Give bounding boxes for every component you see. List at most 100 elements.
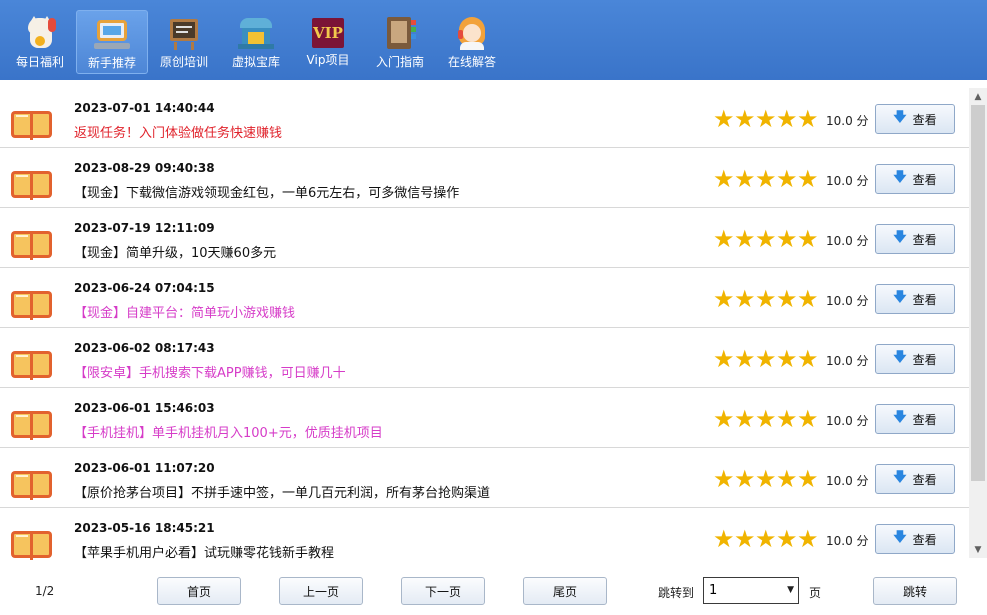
item-score: 10.0 分 [826,234,869,248]
rating-stars: ★ ★ ★ ★ ★ [713,465,819,493]
star-icon: ★ [755,225,777,253]
toolbar-item-online-help[interactable]: 在线解答 [436,0,508,80]
star-icon: ★ [755,525,777,553]
book-icon [11,169,53,201]
toolbar-item-virtual-treasury[interactable]: 虚拟宝库 [220,0,292,80]
dropdown-arrow-icon: ▼ [787,585,794,595]
rating-stars: ★ ★ ★ ★ ★ [713,285,819,313]
item-date: 2023-08-29 09:40:38 [74,161,215,175]
rating-stars: ★ ★ ★ ★ ★ [713,225,819,253]
toolbar-item-daily-welfare[interactable]: 每日福利 [4,0,76,80]
item-title[interactable]: 【原价抢茅台项目】不拼手速中签，一单几百元利润，所有茅台抢购渠道 [74,482,490,501]
item-title[interactable]: 【手机挂机】单手机挂机月入100+元，优质挂机项目 [74,422,383,441]
page-unit-label: 页 [809,586,822,600]
star-icon: ★ [734,105,756,133]
rating-stars: ★ ★ ★ ★ ★ [713,165,819,193]
star-icon: ★ [713,525,735,553]
scroll-down-arrow-icon[interactable]: ▼ [969,541,987,558]
item-title[interactable]: 【现金】自建平台：简单玩小游戏赚钱 [74,302,295,321]
rating-stars: ★ ★ ★ ★ ★ [713,405,819,433]
star-icon: ★ [755,285,777,313]
view-button-label: 查看 [912,232,937,247]
view-button[interactable]: 🡇 查看 [875,104,955,134]
jump-button[interactable]: 跳转 [873,577,957,605]
view-button[interactable]: 🡇 查看 [875,284,955,314]
star-icon: ★ [734,465,756,493]
first-page-button[interactable]: 首页 [157,577,241,605]
list-item: 2023-07-01 14:40:44 返现任务！入门体验做任务快速赚钱 ★ ★ ★… [0,88,969,148]
page-select-value: 1 [709,583,718,598]
item-title[interactable]: 【限安卓】手机搜索下载APP赚钱，可日赚几十 [74,362,346,381]
star-icon: ★ [713,465,735,493]
item-title[interactable]: 【现金】下载微信游戏领现金红包，一单6元左右，可多微信号操作 [74,182,459,201]
list-item: 2023-08-29 09:40:38 【现金】下载微信游戏领现金红包，一单6元… [0,148,969,208]
star-icon: ★ [776,465,798,493]
item-date: 2023-05-16 18:45:21 [74,521,215,535]
last-page-button[interactable]: 尾页 [523,577,607,605]
star-icon: ★ [755,405,777,433]
toolbar-item-vip-project[interactable]: VIP Vip项目 [292,0,364,80]
book-icon [11,409,53,441]
star-icon: ★ [797,225,819,253]
star-icon: ★ [797,105,819,133]
item-date: 2023-06-02 08:17:43 [74,341,215,355]
item-title[interactable]: 返现任务！入门体验做任务快速赚钱 [74,122,282,141]
list-item: 2023-07-19 12:11:09 【现金】简单升级，10天赚60多元 ★ ★… [0,208,969,268]
item-title[interactable]: 【现金】简单升级，10天赚60多元 [74,242,276,261]
toolbar-item-intro-guide[interactable]: 入门指南 [364,0,436,80]
star-icon: ★ [755,465,777,493]
page-select[interactable]: 1 ▼ [703,577,799,604]
star-icon: ★ [713,345,735,373]
rating-stars: ★ ★ ★ ★ ★ [713,345,819,373]
star-icon: ★ [776,405,798,433]
book-icon [11,109,53,141]
item-score: 10.0 分 [826,174,869,188]
book-icon [11,289,53,321]
item-date: 2023-06-01 11:07:20 [74,461,215,475]
star-icon: ★ [776,165,798,193]
star-icon: ★ [734,405,756,433]
customer-service-icon [454,16,490,50]
top-toolbar: 每日福利 新手推荐 原创培训 虚拟宝库 VIP Vip项目 入门指南 在线解答 [0,0,987,80]
prev-page-button[interactable]: 上一页 [279,577,363,605]
view-button[interactable]: 🡇 查看 [875,164,955,194]
item-date: 2023-07-19 12:11:09 [74,221,215,235]
item-score: 10.0 分 [826,114,869,128]
star-icon: ★ [755,105,777,133]
toolbar-item-beginner-recommend[interactable]: 新手推荐 [76,10,148,74]
vertical-scrollbar[interactable]: ▲ ▼ [969,88,987,558]
guide-book-icon [382,16,418,50]
view-button[interactable]: 🡇 查看 [875,464,955,494]
item-score: 10.0 分 [826,474,869,488]
next-page-button[interactable]: 下一页 [401,577,485,605]
download-arrow-icon: 🡇 [893,230,907,245]
star-icon: ★ [797,165,819,193]
star-icon: ★ [713,225,735,253]
view-button[interactable]: 🡇 查看 [875,344,955,374]
star-icon: ★ [776,525,798,553]
download-arrow-icon: 🡇 [893,410,907,425]
download-arrow-icon: 🡇 [893,110,907,125]
download-arrow-icon: 🡇 [893,530,907,545]
star-icon: ★ [713,285,735,313]
star-icon: ★ [776,285,798,313]
toolbar-item-label: 虚拟宝库 [231,55,280,69]
list-item: 2023-06-02 08:17:43 【限安卓】手机搜索下载APP赚钱，可日赚… [0,328,969,388]
toolbar-item-label: 在线解答 [447,55,496,69]
scroll-up-arrow-icon[interactable]: ▲ [969,88,987,105]
view-button[interactable]: 🡇 查看 [875,404,955,434]
view-button[interactable]: 🡇 查看 [875,224,955,254]
toolbar-item-label: 新手推荐 [87,56,136,70]
view-button[interactable]: 🡇 查看 [875,524,955,554]
lucky-cat-icon [22,16,58,50]
list-item: 2023-05-16 18:45:21 【苹果手机用户必看】试玩赚零花钱新手教程… [0,508,969,564]
item-title[interactable]: 【苹果手机用户必看】试玩赚零花钱新手教程 [74,542,334,561]
toolbar-item-original-training[interactable]: 原创培训 [148,0,220,80]
download-arrow-icon: 🡇 [893,170,907,185]
jump-to-label: 跳转到 [658,586,695,600]
vip-icon: VIP [312,18,344,48]
scrollbar-thumb[interactable] [971,105,985,481]
view-button-label: 查看 [912,412,937,427]
blackboard-icon [166,16,202,50]
star-icon: ★ [755,165,777,193]
